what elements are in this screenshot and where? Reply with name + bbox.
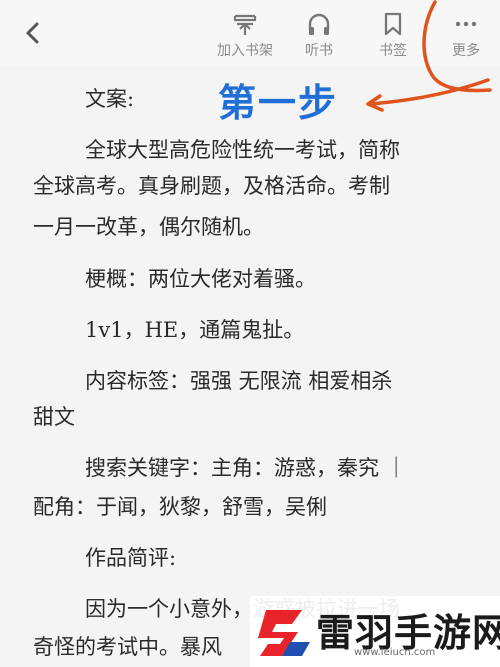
listen-button[interactable]: 听书 — [284, 10, 354, 64]
site-logo-icon — [258, 610, 310, 656]
headphones-icon — [308, 13, 330, 35]
text-line: 甜文 — [33, 405, 75, 429]
add-bookshelf-icon — [233, 14, 257, 35]
listen-label: 听书 — [305, 43, 333, 59]
back-button[interactable] — [18, 18, 48, 48]
text-line: 内容标签：强强 无限流 相爱相杀 — [85, 369, 393, 393]
text-line: 梗概：两位大佬对着骚。 — [85, 267, 316, 291]
add-to-bookshelf-label: 加入书架 — [217, 43, 273, 59]
text-line: 全球高考。真身刷题，及格活命。考制 — [33, 174, 390, 198]
text-line: 全球大型高危险性统一考试，简称 — [85, 138, 400, 162]
chevron-left-icon — [26, 22, 39, 44]
add-to-bookshelf-button[interactable]: 加入书架 — [210, 10, 280, 64]
hand-drawn-arrow-icon — [366, 0, 492, 112]
step-annotation: 第一步 — [218, 81, 339, 125]
text-line: 作品简评: — [85, 546, 177, 570]
text-line: 一月一改革，偶尔随机。 — [33, 215, 264, 239]
text-line: 搜索关键字：主角：游惑，秦究 ｜ — [85, 456, 407, 480]
text-line: 1v1，HE，通篇鬼扯。 — [85, 318, 305, 342]
watermark-logo: 雷羽手游网 www.leiucn.com — [250, 596, 500, 667]
watermark-url: www.leiucn.com — [354, 647, 436, 658]
text-line: 配角：于闻，狄黎，舒雪，吴俐 — [33, 495, 327, 519]
